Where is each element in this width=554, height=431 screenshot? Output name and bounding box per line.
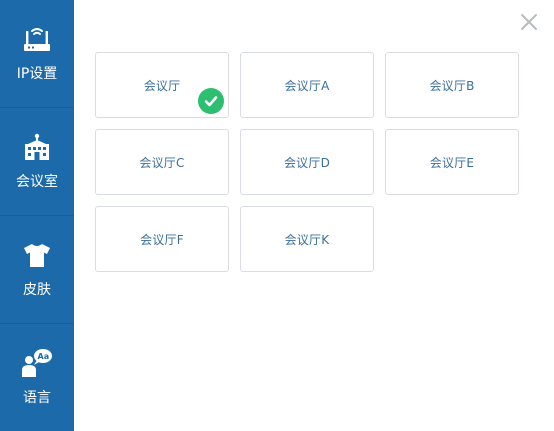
sidebar-item-skin[interactable]: 皮肤	[0, 216, 74, 322]
router-icon	[0, 24, 74, 54]
sidebar-item-language[interactable]: Aa 语言	[0, 324, 74, 430]
svg-text:Aa: Aa	[38, 352, 50, 361]
room-label: 会议厅F	[140, 232, 184, 247]
room-label: 会议厅E	[429, 155, 475, 170]
sidebar-item-label: 皮肤	[23, 282, 51, 298]
sidebar-item-label: 语言	[23, 390, 51, 406]
room-card-selected[interactable]: 会议厅	[95, 52, 229, 118]
room-card[interactable]: 会议厅C	[95, 129, 229, 195]
check-icon	[198, 88, 224, 114]
room-label: 会议厅	[143, 78, 181, 93]
sidebar-item-meeting-room[interactable]: 会议室	[0, 108, 74, 214]
close-button[interactable]	[516, 9, 542, 35]
room-card[interactable]: 会议厅A	[240, 52, 374, 118]
sidebar-item-label: 会议室	[16, 174, 58, 190]
room-label: 会议厅K	[284, 232, 330, 247]
close-icon	[521, 14, 537, 30]
sidebar-item-label: IP设置	[16, 66, 58, 82]
room-card[interactable]: 会议厅E	[385, 129, 519, 195]
room-card[interactable]: 会议厅F	[95, 206, 229, 272]
language-icon: Aa	[0, 348, 74, 378]
room-card[interactable]: 会议厅D	[240, 129, 374, 195]
sidebar-item-ip-settings[interactable]: IP设置	[0, 0, 74, 106]
room-card[interactable]: 会议厅K	[240, 206, 374, 272]
room-label: 会议厅B	[429, 78, 475, 93]
room-label: 会议厅C	[139, 155, 185, 170]
room-label: 会议厅A	[284, 78, 330, 93]
room-label: 会议厅D	[283, 155, 331, 170]
tshirt-icon	[0, 240, 74, 270]
room-card[interactable]: 会议厅B	[385, 52, 519, 118]
building-icon	[0, 132, 74, 162]
sidebar: IP设置 会议室 皮肤 Aa 语言	[0, 0, 74, 431]
